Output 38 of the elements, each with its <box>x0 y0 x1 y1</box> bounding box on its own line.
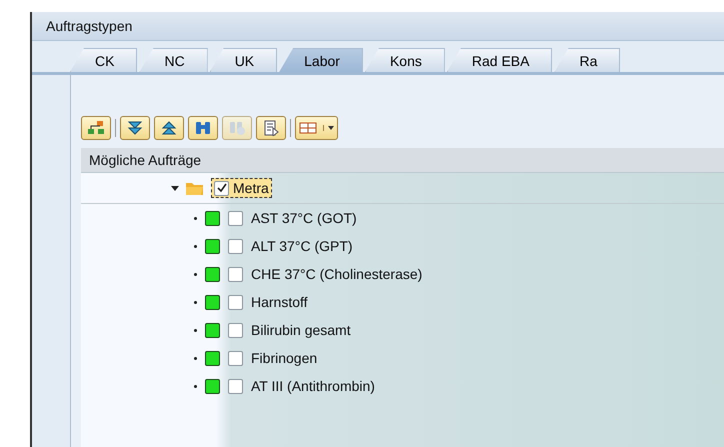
bullet-icon <box>194 328 197 332</box>
tab[interactable]: Labor <box>279 48 363 72</box>
tab[interactable]: Rad EBA <box>446 48 552 72</box>
checkbox[interactable] <box>228 378 243 394</box>
checkbox[interactable] <box>228 350 243 366</box>
export-icon[interactable] <box>256 116 286 140</box>
tree-item-label[interactable]: ALT 37°C (GPT) <box>251 238 353 254</box>
tree-item-label[interactable]: Bilirubin gesamt <box>251 322 351 338</box>
tree-item-label[interactable]: AT III (Antithrombin) <box>251 378 375 394</box>
hierarchy-icon[interactable] <box>81 116 111 140</box>
tab[interactable]: Ra <box>554 48 620 72</box>
bullet-icon <box>194 384 197 388</box>
expand-all-icon[interactable] <box>120 116 150 140</box>
checkbox[interactable] <box>228 210 243 226</box>
tree-item-label[interactable]: Harnstoff <box>251 294 308 310</box>
tree-item-label[interactable]: Fibrinogen <box>251 350 318 366</box>
tab[interactable]: Kons <box>364 48 445 72</box>
checkbox[interactable] <box>228 238 243 254</box>
bullet-icon <box>194 244 197 248</box>
bullet-icon <box>194 272 197 276</box>
folder-icon <box>185 180 205 196</box>
tree-item-label[interactable]: CHE 37°C (Cholinesterase) <box>251 266 422 282</box>
checkbox[interactable] <box>228 266 243 282</box>
checkbox[interactable] <box>214 180 229 196</box>
bullet-icon <box>194 216 197 220</box>
bullet-icon <box>194 356 197 360</box>
caret-icon[interactable] <box>171 184 179 192</box>
grid-icon[interactable] <box>295 116 338 140</box>
tree-item-label[interactable]: AST 37°C (GOT) <box>251 210 357 226</box>
tab[interactable]: NC <box>139 48 208 72</box>
panel-title: Auftragstypen <box>46 18 132 34</box>
tab[interactable]: CK <box>70 48 138 72</box>
bullet-icon <box>194 300 197 304</box>
checkbox[interactable] <box>228 322 243 338</box>
tab[interactable]: UK <box>210 48 278 72</box>
checkbox[interactable] <box>228 294 243 310</box>
collapse-all-icon[interactable] <box>154 116 184 140</box>
column-header-label: Mögliche Aufträge <box>89 152 202 168</box>
